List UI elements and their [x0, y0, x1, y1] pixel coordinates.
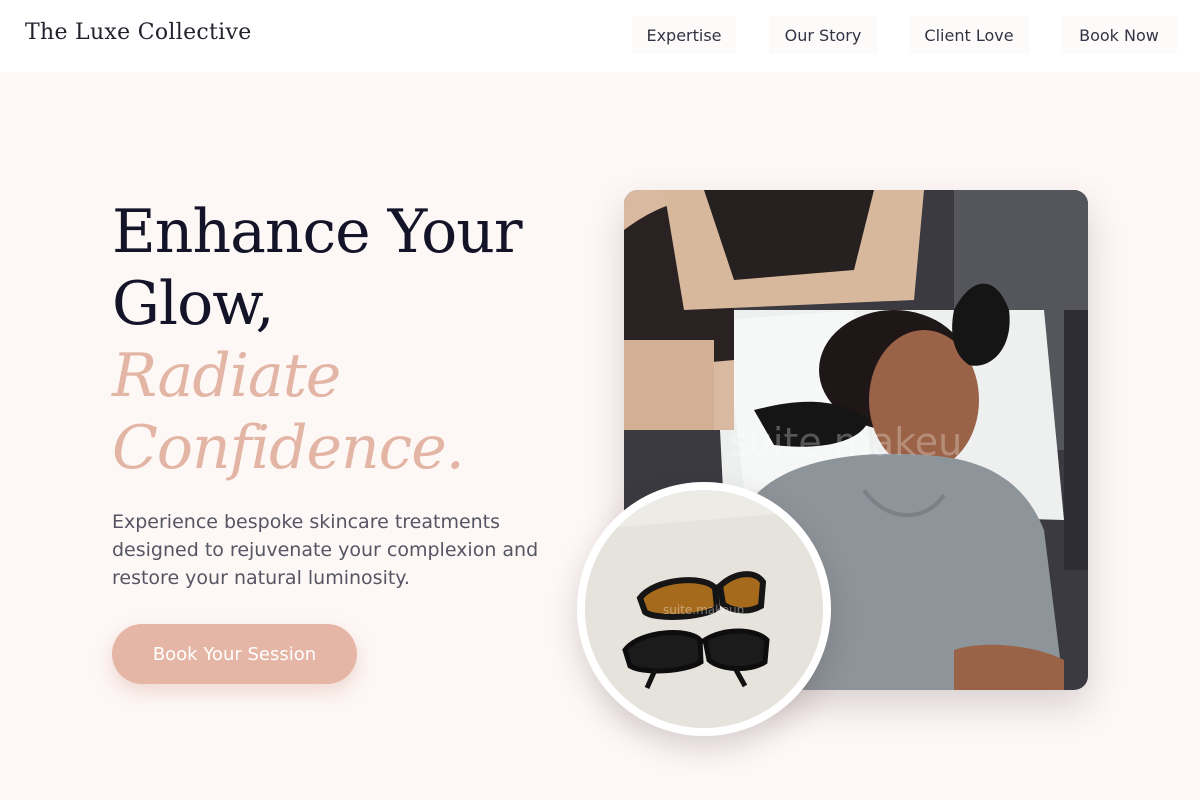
- top-navigation-bar: The Luxe Collective Expertise Our Story …: [0, 0, 1200, 72]
- brand-logo[interactable]: The Luxe Collective: [25, 20, 252, 45]
- headline-line-1: Enhance Your: [112, 197, 523, 267]
- nav-book-now[interactable]: Book Now: [1061, 16, 1177, 54]
- product-glasses-photo: suite.makeup: [577, 482, 831, 736]
- headline-line-2: Glow,: [112, 269, 275, 339]
- circle-photo-watermark: suite.makeup: [663, 603, 744, 617]
- book-session-button[interactable]: Book Your Session: [112, 624, 357, 684]
- hero-description: Experience bespoke skincare treatments d…: [112, 511, 539, 589]
- headline-accent-line-2: Confidence.: [112, 413, 465, 483]
- headline-accent-line-1: Radiate: [112, 341, 341, 411]
- glasses-illustration: suite.makeup: [585, 490, 823, 728]
- nav-our-story[interactable]: Our Story: [769, 16, 877, 54]
- nav-client-love[interactable]: Client Love: [909, 16, 1029, 54]
- nav-expertise[interactable]: Expertise: [632, 16, 736, 54]
- main-photo-watermark: suite.makeu: [729, 420, 962, 464]
- hero-headline: Enhance Your Glow, Radiate Confidence.: [112, 196, 523, 484]
